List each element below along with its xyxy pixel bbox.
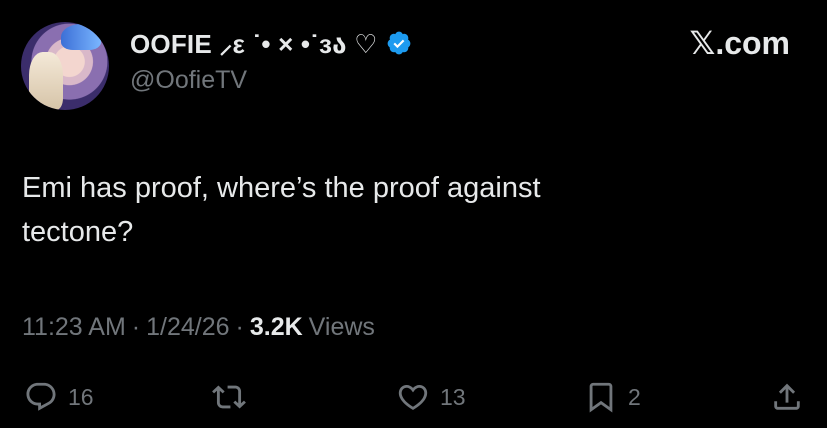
share-button[interactable] xyxy=(770,380,804,414)
bookmark-button[interactable]: 2 xyxy=(584,380,641,414)
tweet-time[interactable]: 11:23 AM xyxy=(22,313,126,342)
action-bar: 16 13 2 xyxy=(0,380,827,420)
heart-icon xyxy=(398,384,428,410)
tweet-text: Emi has proof, where’s the proof against… xyxy=(22,166,762,254)
tweet-text-line-2: tectone? xyxy=(22,216,134,248)
verified-badge-icon xyxy=(387,31,411,55)
avatar-horn xyxy=(61,24,101,50)
bookmark-icon xyxy=(589,382,613,413)
meta-separator: · xyxy=(235,313,244,341)
display-name[interactable]: OOFIE ⸝ε ˙• × •˙зა ♡ xyxy=(130,25,378,61)
bookmark-count: 2 xyxy=(628,383,641,410)
author-name-row: OOFIE ⸝ε ˙• × •˙зა ♡ xyxy=(130,26,412,60)
tweet-meta: 11:23 AM · 1/24/26 · 3.2K Views xyxy=(22,313,375,342)
avatar-hair xyxy=(29,52,63,110)
like-button[interactable]: 13 xyxy=(396,380,466,414)
avatar[interactable] xyxy=(21,22,109,110)
reply-button[interactable]: 16 xyxy=(24,380,94,414)
author-handle[interactable]: @OofieTV xyxy=(130,66,247,95)
tweet-text-line-1: Emi has proof, where’s the proof against xyxy=(22,172,541,204)
repost-button[interactable] xyxy=(212,380,256,414)
like-count: 13 xyxy=(440,383,466,410)
meta-separator: · xyxy=(131,313,141,341)
reply-count: 16 xyxy=(68,383,94,410)
tweet-date[interactable]: 1/24/26 xyxy=(146,313,229,342)
views-count: 3.2K xyxy=(249,313,303,341)
reply-icon xyxy=(26,382,56,411)
views-label: Views xyxy=(308,313,375,341)
x-logo[interactable]: 𝕏.com xyxy=(690,24,790,62)
share-icon xyxy=(774,383,800,410)
repost-icon xyxy=(212,385,246,409)
